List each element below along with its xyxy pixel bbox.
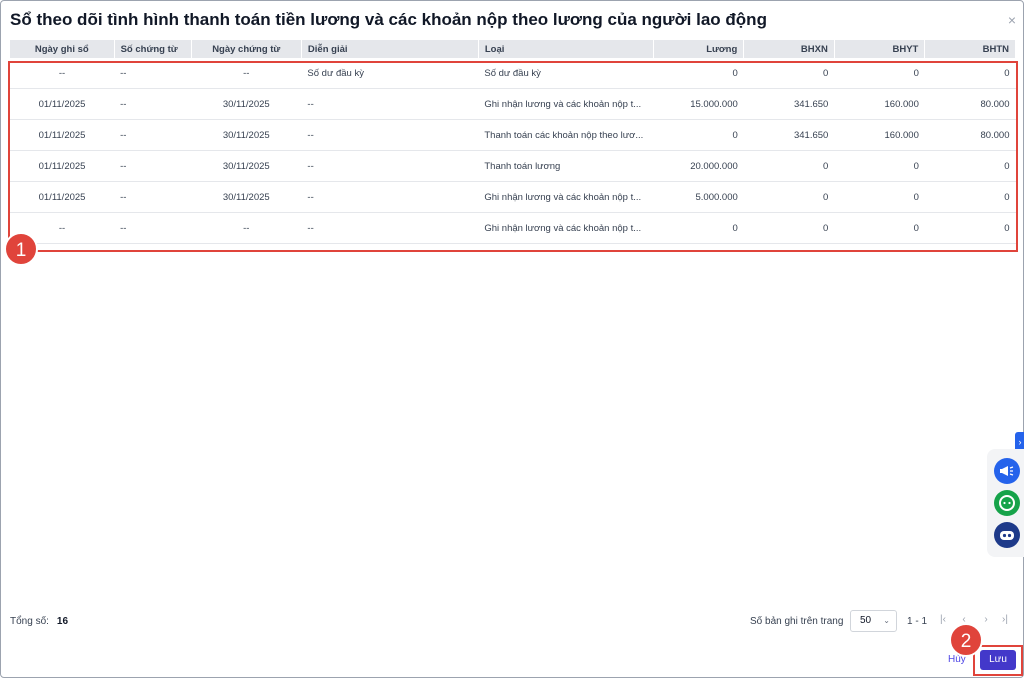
page-range: 1 - 1 [907, 616, 928, 627]
col-header-posting-date[interactable]: Ngày ghi sổ [10, 40, 115, 58]
col-header-type[interactable]: Loại [478, 40, 654, 58]
col-header-salary[interactable]: Lương [653, 40, 745, 58]
megaphone-icon-glyph [1000, 466, 1014, 476]
chevron-down-icon: ⌄ [883, 616, 890, 625]
dialog: Sổ theo dõi tình hình thanh toán tiền lư… [0, 0, 1024, 678]
col-header-description[interactable]: Diễn giải [301, 40, 479, 58]
total-value: 16 [56, 616, 69, 627]
table-highlight-box [8, 61, 1018, 252]
step-badge-1: 1 [4, 232, 38, 266]
table-header-row: Ngày ghi sổ Số chứng từ Ngày chứng từ Di… [10, 40, 1016, 58]
last-page-icon[interactable]: ›| [999, 614, 1011, 625]
dialog-title: Sổ theo dõi tình hình thanh toán tiền lư… [10, 10, 767, 29]
robot-icon-glyph [1000, 531, 1014, 540]
total-count: Tổng số: 16 [10, 616, 68, 627]
next-page-icon[interactable]: › [980, 614, 992, 625]
per-page-label: Số bản ghi trên trang [750, 616, 844, 627]
col-header-bhtn[interactable]: BHTN [924, 40, 1016, 58]
total-label: Tổng số: [10, 616, 49, 627]
col-header-bhxn[interactable]: BHXN [743, 40, 835, 58]
close-icon[interactable]: × [1005, 12, 1019, 28]
chat-icon-glyph [999, 495, 1015, 511]
step-badge-2: 2 [949, 623, 983, 657]
col-header-voucher-date[interactable]: Ngày chứng từ [191, 40, 302, 58]
col-header-voucher-no[interactable]: Số chứng từ [114, 40, 192, 58]
per-page-select[interactable]: 50 ⌄ [850, 610, 897, 632]
per-page-value: 50 [860, 615, 872, 626]
megaphone-icon[interactable] [994, 458, 1020, 484]
robot-icon[interactable] [994, 522, 1020, 548]
save-highlight-box [973, 645, 1023, 676]
chat-icon[interactable] [994, 490, 1020, 516]
first-page-icon[interactable]: |‹ [937, 614, 949, 625]
col-header-bhyt[interactable]: BHYT [834, 40, 926, 58]
